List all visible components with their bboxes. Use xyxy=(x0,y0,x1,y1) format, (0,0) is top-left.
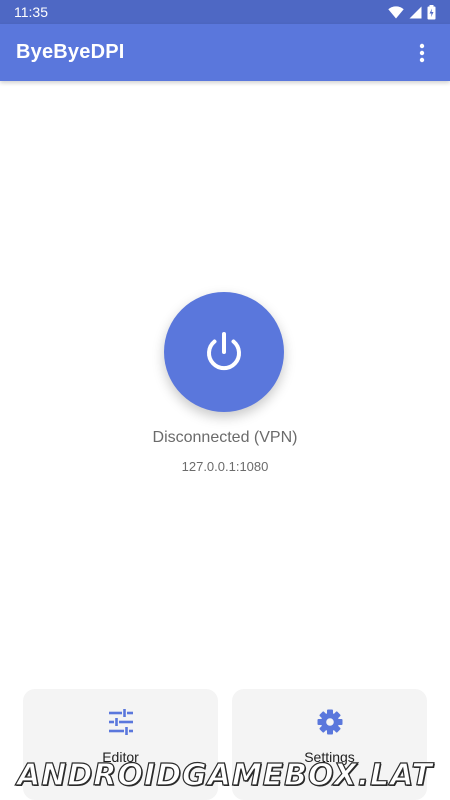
more-options-button[interactable] xyxy=(402,33,442,73)
tune-icon xyxy=(106,707,136,737)
signal-icon xyxy=(409,6,422,18)
app-screen: 11:35 ByeByeDPI Disconnected (VPN) 127.0… xyxy=(0,0,450,800)
status-bar: 11:35 xyxy=(0,0,450,24)
status-time: 11:35 xyxy=(14,4,48,20)
battery-icon xyxy=(427,4,436,19)
app-bar: ByeByeDPI xyxy=(0,24,450,81)
status-icons xyxy=(388,4,436,20)
more-vert-icon xyxy=(419,43,425,62)
power-icon xyxy=(207,332,241,371)
watermark-text: ANDROIDGAMEBOX.LAT xyxy=(16,757,433,793)
connection-status: Disconnected (VPN) xyxy=(152,429,298,446)
connect-power-button[interactable] xyxy=(164,292,284,412)
wifi-icon xyxy=(388,5,404,18)
app-title: ByeByeDPI xyxy=(16,41,125,63)
proxy-address: 127.0.0.1:1080 xyxy=(181,459,269,474)
gear-icon xyxy=(315,707,345,737)
